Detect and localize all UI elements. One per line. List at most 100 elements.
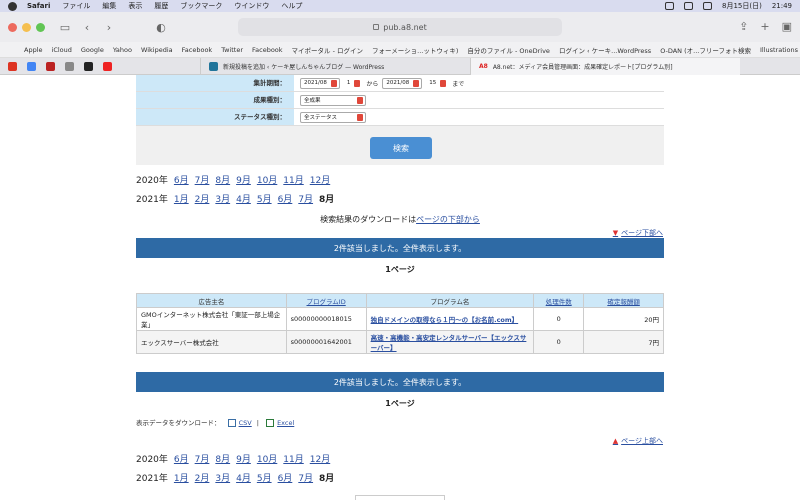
bookmark-item[interactable]: ログイン ‹ ケーキ...WordPress [559, 45, 651, 55]
month-link[interactable]: 1月 [174, 474, 189, 484]
col-count[interactable]: 処理件数 [533, 293, 585, 308]
download-note-link[interactable]: ページの下部から [416, 215, 480, 224]
rakuten-favicon[interactable] [46, 61, 55, 71]
month-link[interactable]: 3月 [215, 195, 230, 205]
month-link[interactable]: 4月 [236, 474, 251, 484]
bookmark-item[interactable]: Yahoo [113, 46, 132, 54]
bookmark-item[interactable]: O-DAN (オ...フリーフォト検索 [660, 45, 751, 55]
bookmark-item[interactable]: Facebook [182, 46, 213, 54]
month-link[interactable]: 6月 [278, 195, 293, 205]
bookmark-item[interactable]: Illustrations | unDraw [760, 46, 800, 54]
month-link[interactable]: 3月 [215, 474, 230, 484]
minimize-window-button[interactable] [22, 22, 31, 32]
menubar-date[interactable]: 8月15日(日) [722, 1, 762, 11]
month-link[interactable]: 5月 [257, 195, 272, 205]
tab-wordpress[interactable]: 新規投稿を追加 ‹ ケーキ屋しんちゃんブログ — WordPress [200, 57, 470, 75]
end-day-value: 15 [429, 80, 437, 86]
month-link[interactable]: 6月 [278, 474, 293, 484]
end-day-select[interactable]: 15 [426, 77, 449, 89]
program-name-cell: 独自ドメインの取得なら１円〜の【お名前.com】 [365, 307, 535, 331]
bookmark-item[interactable]: Facebook [252, 46, 283, 54]
col-reward[interactable]: 確定報酬額 [583, 293, 664, 308]
month-link[interactable]: 2月 [195, 474, 210, 484]
search-button[interactable]: 検索 [370, 137, 432, 159]
menubar-time[interactable]: 21:49 [772, 2, 792, 10]
month-link[interactable]: 9月 [236, 176, 251, 186]
month-link[interactable]: 4月 [236, 195, 251, 205]
bookmark-item[interactable]: iCloud [52, 46, 72, 54]
zoom-window-button[interactable] [36, 22, 45, 32]
month-link[interactable]: 7月 [195, 455, 210, 465]
month-link[interactable]: 7月 [298, 195, 313, 205]
menu-app-name[interactable]: Safari [27, 2, 50, 10]
sort-reward-link[interactable]: 確定報酬額 [607, 298, 640, 306]
tab-a8[interactable]: A8 A8.net：メディア会員管理画面：成果確定レポート[プログラム別] [470, 57, 740, 75]
month-link[interactable]: 11月 [283, 176, 303, 186]
menu-help[interactable]: ヘルプ [281, 1, 302, 11]
bookmark-item[interactable]: Google [81, 46, 104, 54]
back-icon[interactable]: ‹ [80, 20, 94, 34]
sidebar-icon[interactable]: ▭ [58, 20, 72, 34]
program-link[interactable]: 高速・高機能・高安定レンタルサーバー【エックスサーバー】 [371, 334, 527, 352]
month-link[interactable]: 12月 [310, 455, 330, 465]
address-bar[interactable]: pub.a8.net [238, 18, 562, 36]
program-link[interactable]: 独自ドメインの取得なら１円〜の【お名前.com】 [371, 316, 519, 324]
apple-icon[interactable] [8, 1, 17, 11]
privacy-shield-icon[interactable]: ◐ [154, 20, 168, 34]
menu-history[interactable]: 履歴 [154, 1, 168, 11]
bookmark-item[interactable]: Wikipedia [141, 46, 173, 54]
month-link[interactable]: 5月 [257, 474, 272, 484]
battery-icon[interactable] [702, 2, 712, 10]
menu-bookmarks[interactable]: ブックマーク [180, 1, 222, 11]
input-source-icon[interactable] [683, 2, 693, 10]
close-window-button[interactable] [8, 22, 17, 32]
google-favicon[interactable] [27, 61, 36, 71]
bookmark-item[interactable]: フォーメーショ...ットウィキ) [372, 45, 458, 55]
month-link[interactable]: 10月 [257, 176, 277, 186]
yahoo-favicon[interactable] [8, 61, 17, 71]
month-link[interactable]: 6月 [174, 455, 189, 465]
month-link[interactable]: 12月 [310, 176, 330, 186]
month-link[interactable]: 9月 [236, 455, 251, 465]
to-bottom-link[interactable]: ▼ ページ下部へ [613, 228, 663, 238]
amazon-favicon[interactable] [84, 61, 93, 71]
end-month-select[interactable]: 2021/08 [382, 77, 423, 89]
month-link[interactable]: 1月 [174, 195, 189, 205]
month-link[interactable]: 6月 [174, 176, 189, 186]
bookmark-item[interactable]: Apple [24, 46, 43, 54]
csv-download-link[interactable]: CSV [239, 419, 252, 427]
bookmark-item[interactable]: 自分のファイル - OneDrive [467, 45, 550, 55]
status-select[interactable]: 全ステータス [300, 111, 366, 123]
screen-mirror-icon[interactable] [664, 2, 674, 10]
month-link[interactable]: 11月 [283, 455, 303, 465]
to-top-link[interactable]: ▲ ページ上部へ [613, 436, 663, 446]
status-value: 全ステータス [304, 115, 338, 121]
menu-window[interactable]: ウインドウ [234, 1, 269, 11]
pinned-site-favicon[interactable] [65, 61, 74, 71]
sort-program-id-link[interactable]: プログラムID [307, 298, 346, 306]
menu-edit[interactable]: 編集 [102, 1, 116, 11]
month-link[interactable]: 8月 [215, 176, 230, 186]
month-link[interactable]: 2月 [195, 195, 210, 205]
menu-view[interactable]: 表示 [128, 1, 142, 11]
col-program-id[interactable]: プログラムID [285, 293, 367, 308]
sort-count-link[interactable]: 処理件数 [546, 298, 572, 306]
month-link[interactable]: 10月 [257, 455, 277, 465]
table-row: エックスサーバー株式会社 s00000001642001 高速・高機能・高安定レ… [136, 330, 664, 354]
menu-file[interactable]: ファイル [62, 1, 90, 11]
youtube-favicon[interactable] [103, 61, 112, 71]
tab-overview-icon[interactable]: ▣ [782, 20, 792, 33]
month-link[interactable]: 7月 [298, 474, 313, 484]
current-month: 8月 [319, 195, 335, 205]
type-select[interactable]: 全成果 [300, 94, 366, 106]
forward-icon[interactable]: › [102, 20, 116, 34]
share-icon[interactable]: ⇪ [739, 20, 748, 33]
bookmark-item[interactable]: Twitter [221, 46, 243, 54]
start-month-select[interactable]: 2021/08 [300, 77, 340, 89]
excel-download-link[interactable]: Excel [277, 419, 294, 427]
start-day-select[interactable]: 1 [343, 77, 363, 89]
bookmark-item[interactable]: マイポータル - ログイン [292, 45, 363, 55]
month-link[interactable]: 7月 [195, 176, 210, 186]
month-link[interactable]: 8月 [215, 455, 230, 465]
new-tab-icon[interactable]: + [760, 20, 769, 33]
